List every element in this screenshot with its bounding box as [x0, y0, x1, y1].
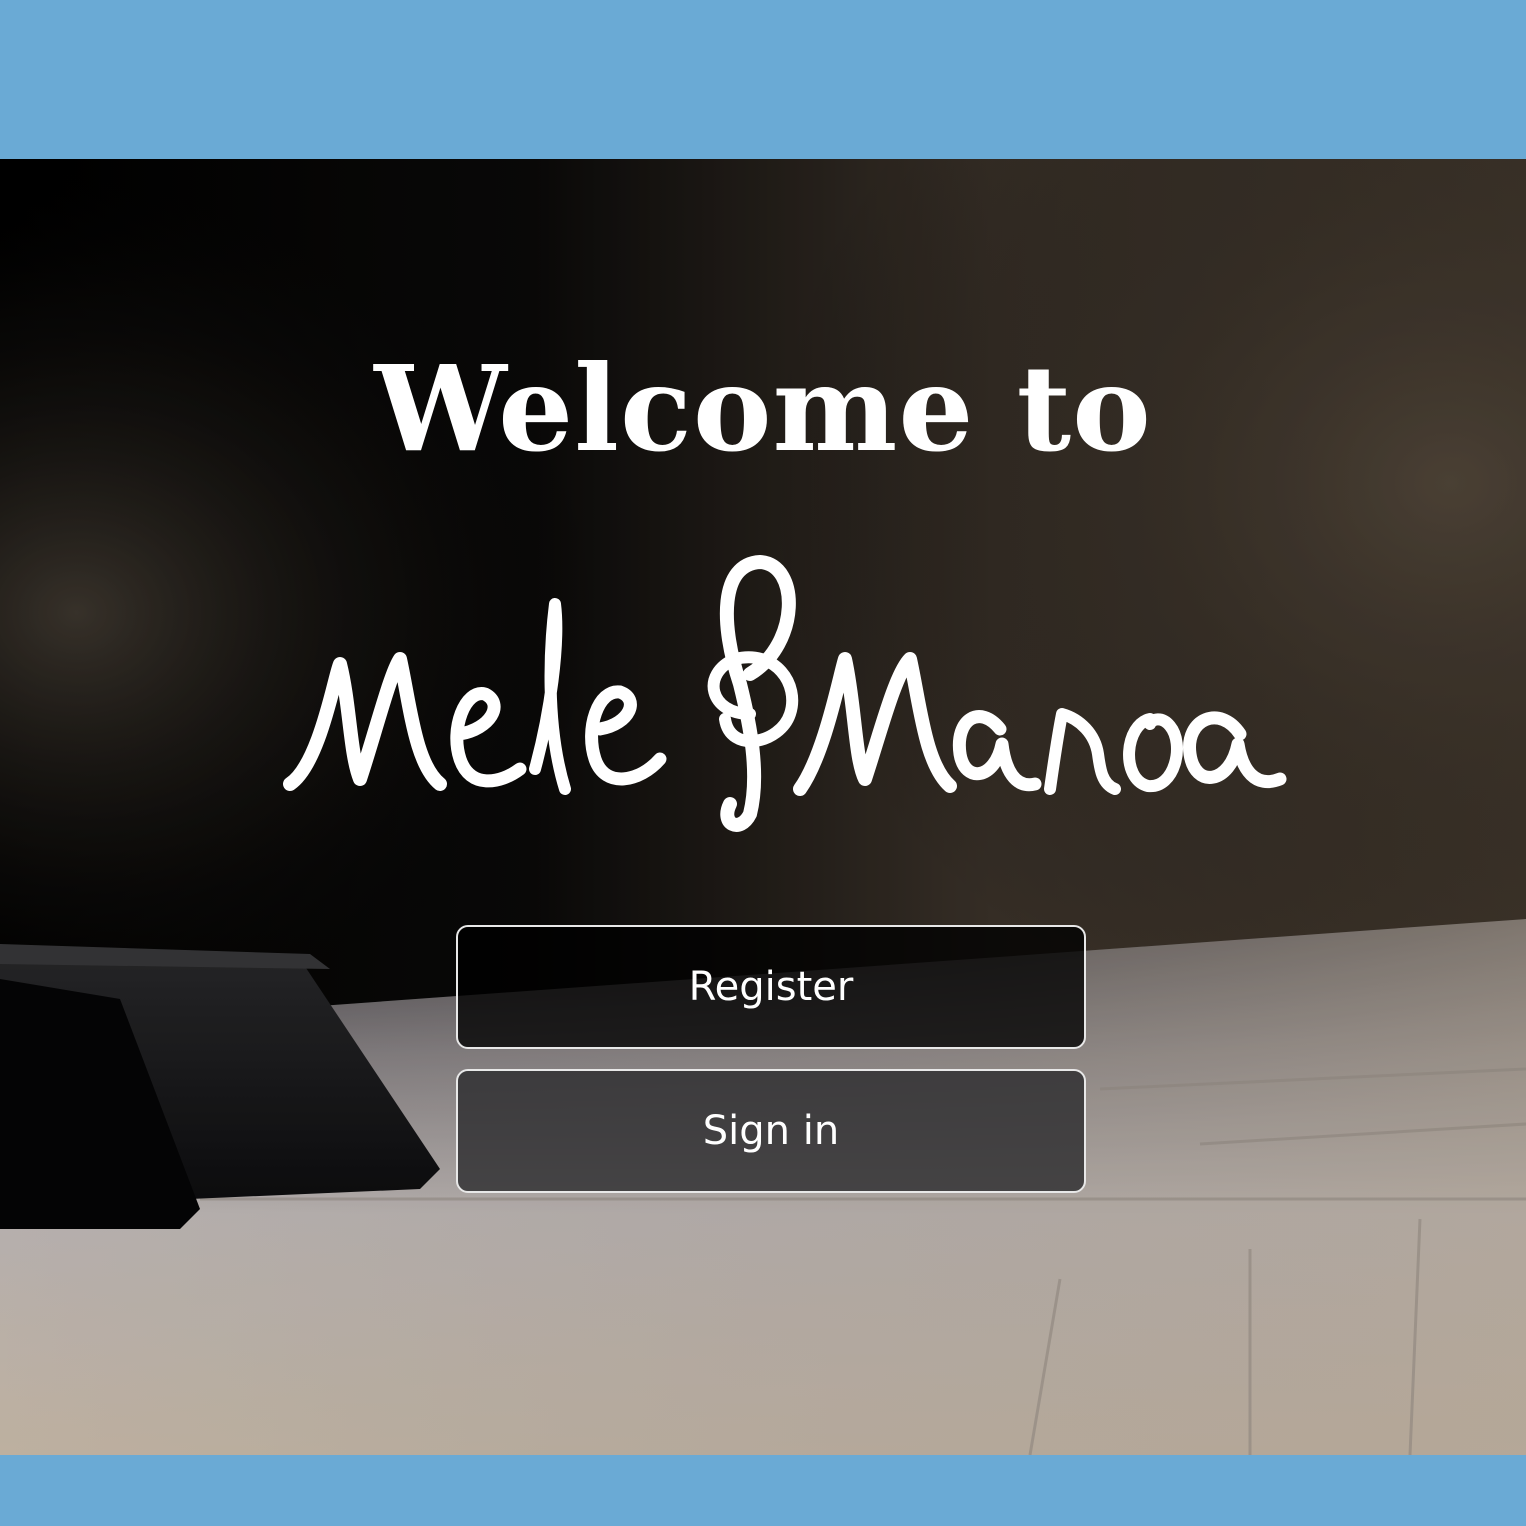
mele-manoa-logo: [283, 555, 1287, 832]
bottom-bar: [0, 1455, 1526, 1526]
hero-section: Welcome to Register Sign in: [0, 159, 1526, 1455]
welcome-heading: Welcome to: [374, 339, 1152, 478]
top-bar: [0, 0, 1526, 159]
sign-in-button[interactable]: Sign in: [456, 1069, 1086, 1193]
register-button[interactable]: Register: [456, 925, 1086, 1049]
